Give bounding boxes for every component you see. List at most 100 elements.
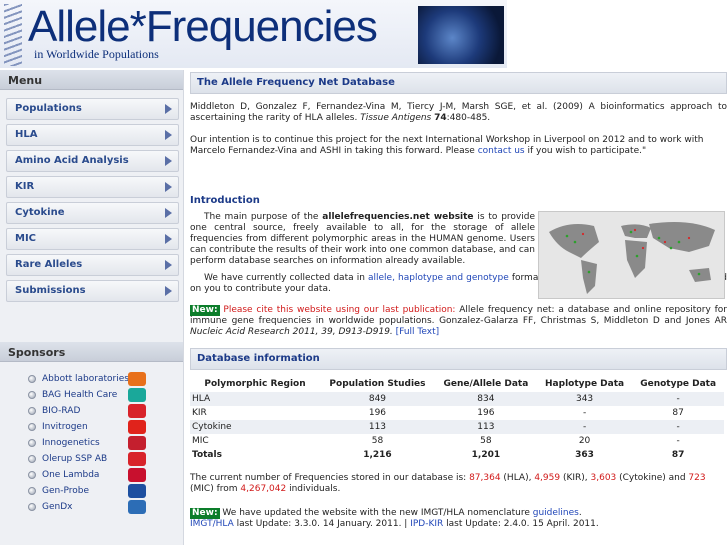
triangle-right-icon xyxy=(165,104,172,114)
sponsor-item[interactable]: One Lambda xyxy=(28,468,183,484)
table-cell: 113 xyxy=(434,420,537,434)
menu-item-kir[interactable]: KIR xyxy=(6,176,179,198)
triangle-right-icon xyxy=(165,208,172,218)
sponsor-item[interactable]: BIO-RAD xyxy=(28,404,183,420)
table-cell: 87 xyxy=(671,450,685,460)
intention-text-end: if you wish to participate." xyxy=(524,146,647,156)
table-cell: 1,201 xyxy=(471,450,501,460)
intro-text: The main purpose of the xyxy=(204,212,323,222)
sponsor-label: GenDx xyxy=(42,502,73,512)
triangle-right-icon xyxy=(165,156,172,166)
triangle-right-icon xyxy=(165,130,172,140)
sponsor-item[interactable]: GenDx xyxy=(28,500,183,516)
sponsor-item[interactable]: Gen-Probe xyxy=(28,484,183,500)
menu-item-hla[interactable]: HLA xyxy=(6,124,179,146)
menu-label: Submissions xyxy=(15,285,86,296)
guidelines-link[interactable]: guidelines xyxy=(533,508,579,518)
ipd-update-text: last Update: 2.4.0. 15 April. 2011. xyxy=(443,519,599,529)
table-header-row: Polymorphic Region Population Studies Ge… xyxy=(190,376,724,392)
citation-paragraph: Middleton D, Gonzalez F, Fernandez-Vina … xyxy=(190,102,727,124)
sponsor-logo-icon xyxy=(128,484,146,498)
freq-hla-label: (HLA), xyxy=(500,473,535,483)
ipd-kir-link[interactable]: IPD-KIR xyxy=(410,519,443,529)
sponsor-item[interactable]: Olerup SSP AB xyxy=(28,452,183,468)
db-info-heading: Database information xyxy=(190,348,727,370)
globe-image xyxy=(418,6,504,64)
sponsor-logo-icon xyxy=(128,452,146,466)
new-badge: New: xyxy=(190,305,220,316)
freq-mic-count: 723 xyxy=(688,473,706,483)
bullet-icon xyxy=(28,455,36,463)
intro-paragraph: The main purpose of the allelefrequencie… xyxy=(190,212,535,267)
table-cell: 113 xyxy=(320,420,435,434)
freq-cytokine-label: (Cytokine) and xyxy=(616,473,689,483)
triangle-right-icon xyxy=(165,182,172,192)
intro-site-name: allelefrequencies.net website xyxy=(322,212,474,222)
data-formats-link[interactable]: allele, haplotype and genotype xyxy=(368,273,509,283)
menu-item-rare-alleles[interactable]: Rare Alleles xyxy=(6,254,179,276)
menu-item-mic[interactable]: MIC xyxy=(6,228,179,250)
table-cell: KIR xyxy=(192,408,207,418)
menu-item-amino-acid-analysis[interactable]: Amino Acid Analysis xyxy=(6,150,179,172)
menu-item-submissions[interactable]: Submissions xyxy=(6,280,179,302)
menu-item-cytokine[interactable]: Cytokine xyxy=(6,202,179,224)
menu-label: Populations xyxy=(15,103,82,114)
table-cell: 58 xyxy=(371,436,384,446)
sponsor-label: Invitrogen xyxy=(42,422,88,432)
table-cell: MIC xyxy=(192,436,209,446)
sponsor-label: Innogenetics xyxy=(42,438,100,448)
full-text-link[interactable]: [Full Text] xyxy=(396,327,439,337)
bullet-icon xyxy=(28,487,36,495)
version-info: IMGT/HLA last Update: 3.3.0. 14 January.… xyxy=(190,519,727,530)
sponsor-label: Olerup SSP AB xyxy=(42,454,108,464)
table-cell: - xyxy=(632,392,724,406)
table-body: HLA 849 834 343- KIR 196 196-87 Cytokine 113 113-… xyxy=(190,392,724,462)
table-row: Cytokine 113 113- - xyxy=(190,420,724,434)
table-cell: Totals xyxy=(192,450,222,460)
freq-cytokine-count: 3,603 xyxy=(590,473,617,483)
menu-label: Amino Acid Analysis xyxy=(15,155,129,166)
sponsor-label: BAG Health Care xyxy=(42,390,118,400)
bullet-icon xyxy=(28,439,36,447)
publication-notice: New: Please cite this website using our … xyxy=(190,305,727,338)
table-cell: 20 xyxy=(578,436,591,446)
sponsor-item[interactable]: Innogenetics xyxy=(28,436,183,452)
site-banner: Allele*Frequencies in Worldwide Populati… xyxy=(0,0,507,68)
sponsor-logo-icon xyxy=(128,500,146,514)
menu-label: MIC xyxy=(15,233,37,244)
sponsor-item[interactable]: Invitrogen xyxy=(28,420,183,436)
column-header: Gene/Allele Data xyxy=(443,379,529,389)
column-header: Polymorphic Region xyxy=(204,379,306,389)
bullet-icon xyxy=(28,407,36,415)
new-badge: New: xyxy=(190,508,220,519)
imgt-hla-link[interactable]: IMGT/HLA xyxy=(190,519,234,529)
column-header: Population Studies xyxy=(329,379,426,389)
table-row: HLA 849 834 343- xyxy=(190,392,724,406)
triangle-right-icon xyxy=(165,260,172,270)
sidebar: Menu Populations HLA Amino Acid Analysis… xyxy=(0,70,184,545)
sponsor-label: Gen-Probe xyxy=(42,486,89,496)
menu-item-populations[interactable]: Populations xyxy=(6,98,179,120)
database-table: Polymorphic Region Population Studies Ge… xyxy=(190,376,724,462)
table-cell: HLA xyxy=(190,392,320,406)
contact-us-link[interactable]: contact us xyxy=(478,146,525,156)
table-cell: 834 xyxy=(434,392,537,406)
citation-pages: :480-485. xyxy=(446,113,491,123)
sponsor-label: BIO-RAD xyxy=(42,406,81,416)
column-header: Genotype Data xyxy=(640,379,717,389)
update-notice: New: We have updated the website with th… xyxy=(190,508,582,519)
dna-helix-graphic xyxy=(4,4,22,66)
table-cell: 196 xyxy=(368,408,387,418)
citation-volume: 74 xyxy=(434,113,447,123)
sponsor-logo-icon xyxy=(128,388,146,402)
collected-text: We have currently collected data in xyxy=(204,273,368,283)
table-cell: 58 xyxy=(480,436,492,446)
sponsor-label: One Lambda xyxy=(42,470,100,480)
citation-journal: Tissue Antigens xyxy=(360,113,432,123)
frequency-summary: The current number of Frequencies stored… xyxy=(190,473,727,495)
sponsor-item[interactable]: BAG Health Care xyxy=(28,388,183,404)
triangle-right-icon xyxy=(165,286,172,296)
menu-label: KIR xyxy=(15,181,35,192)
sponsor-item[interactable]: Abbott laboratories xyxy=(28,372,183,388)
world-map-image xyxy=(538,211,725,299)
